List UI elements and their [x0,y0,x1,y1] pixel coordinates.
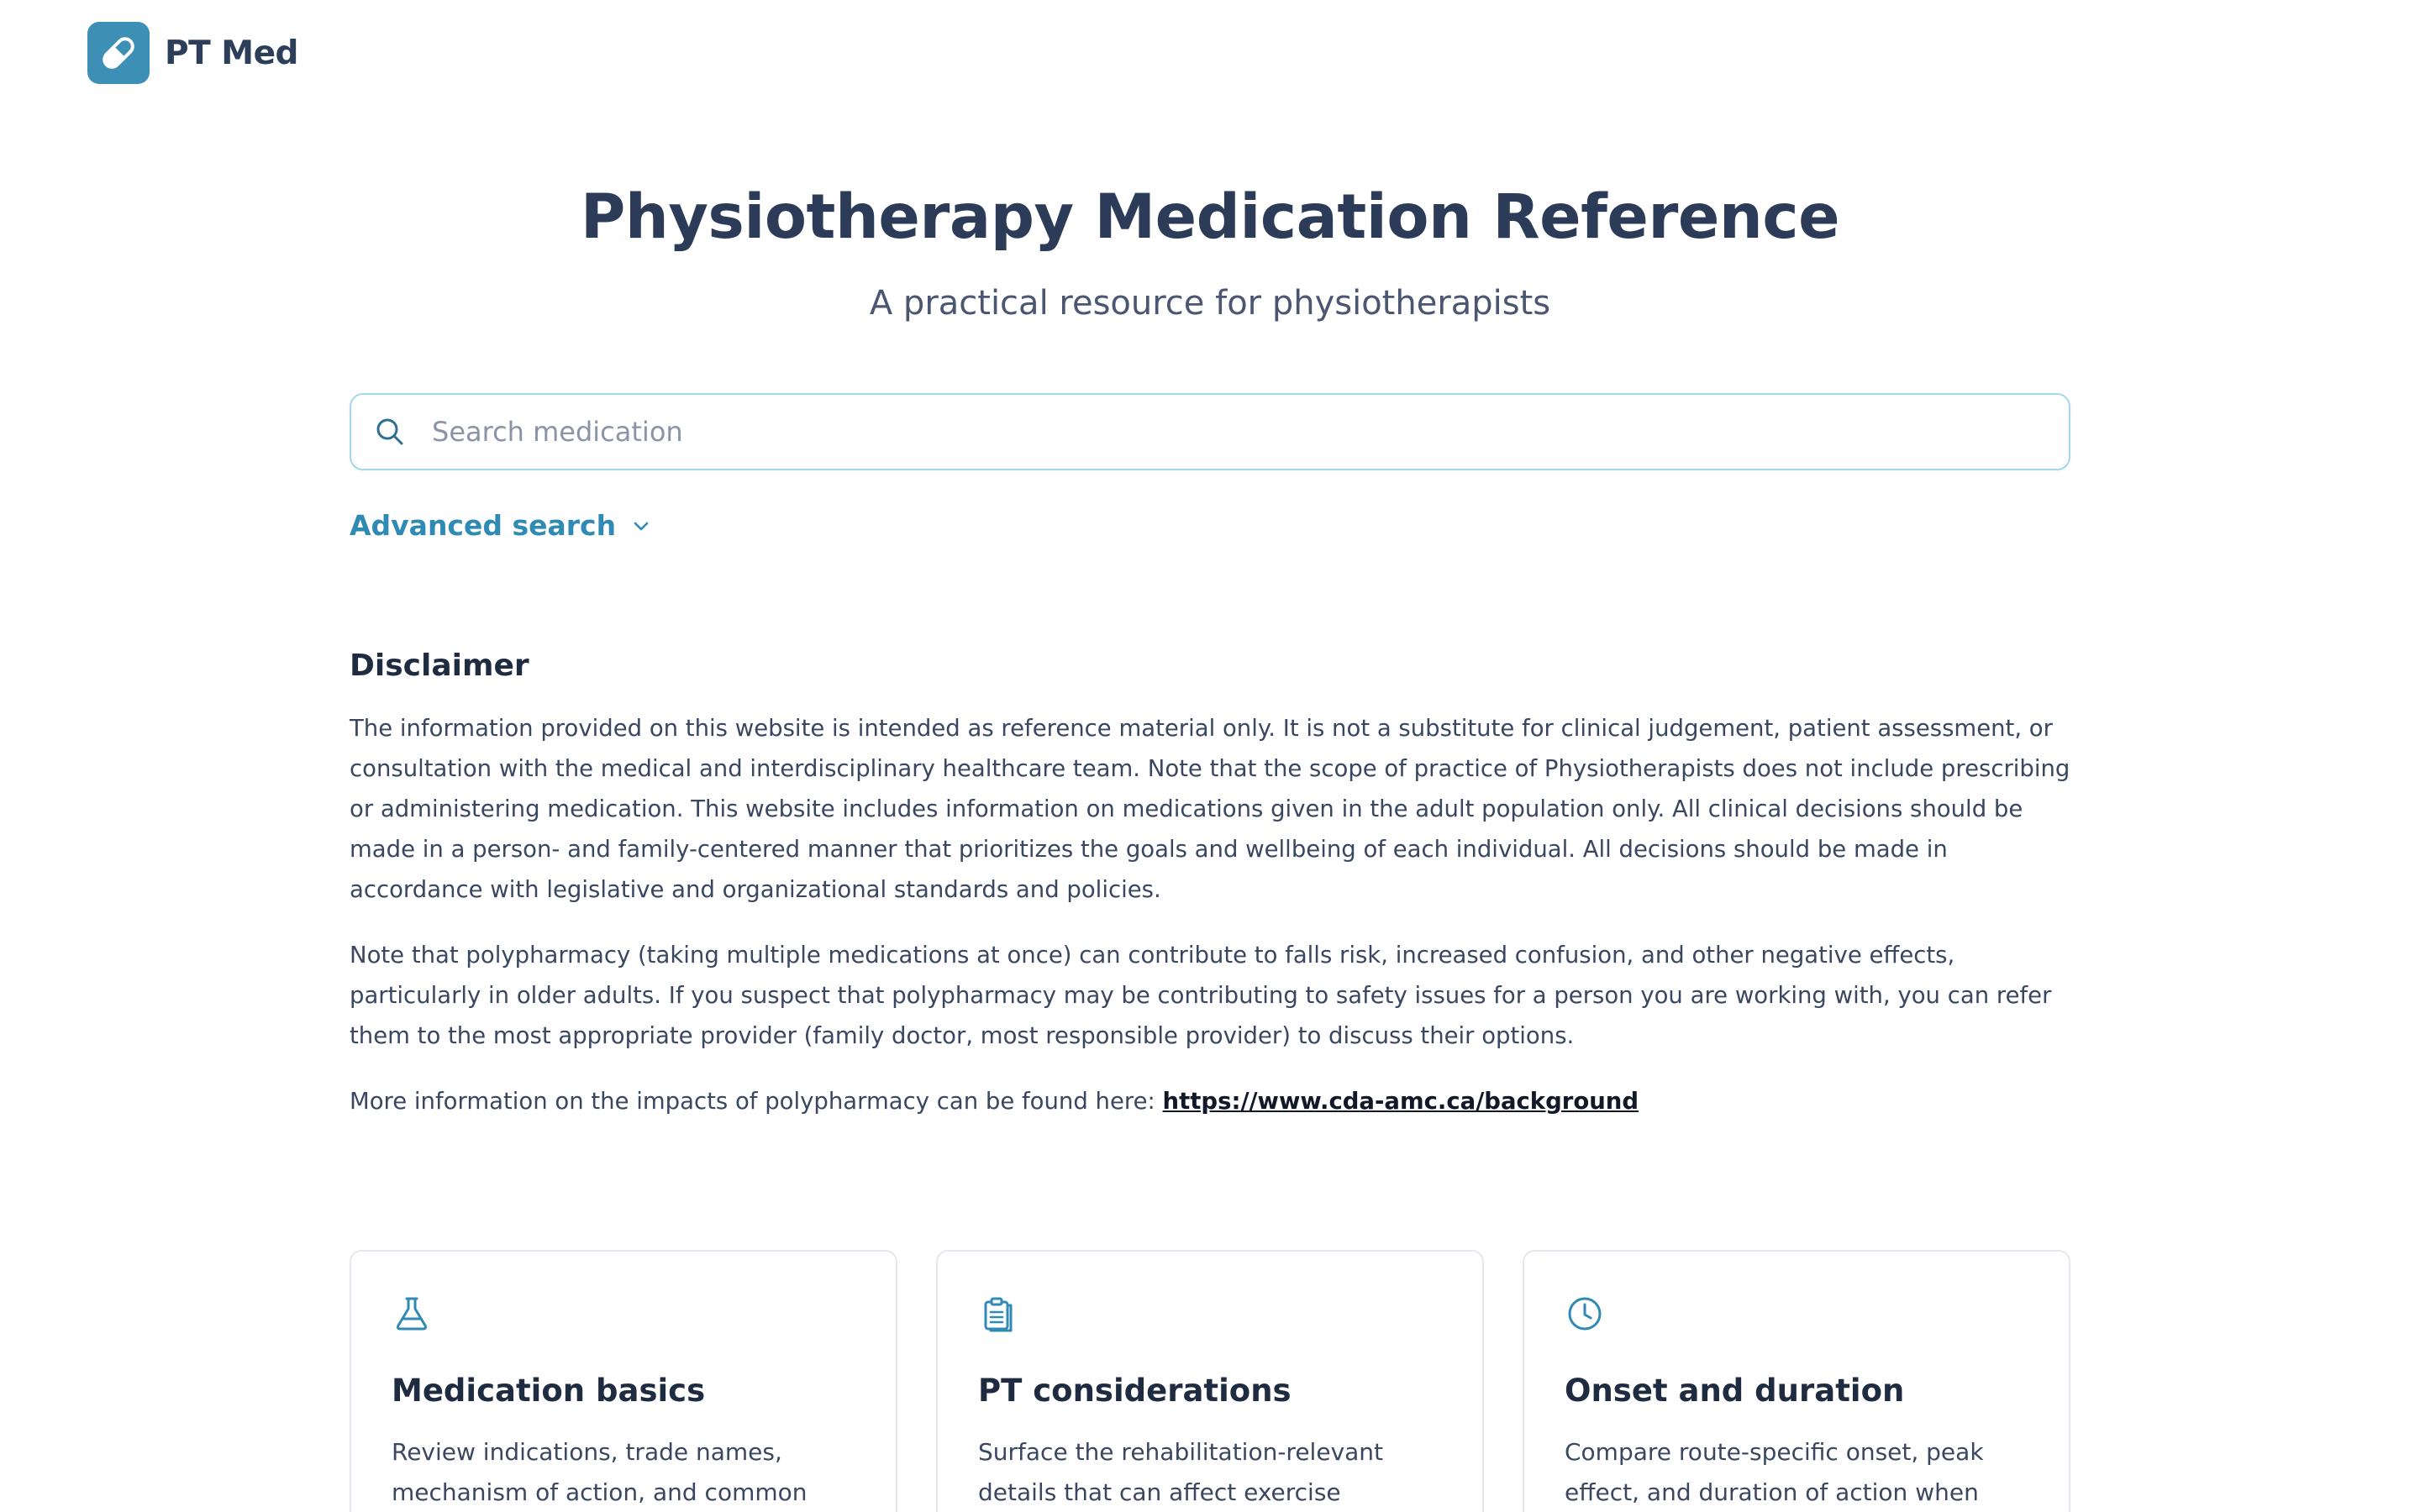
clipboard-icon [984,1297,1013,1332]
brand-name: PT Med [165,34,298,72]
card-description: Review indications, trade names, mechani… [392,1438,808,1506]
card-onset-duration[interactable]: Onset and duration Compare route-specifi… [1523,1250,2070,1512]
page-title: Physiotherapy Medication Reference [580,181,1840,253]
more-info-text: More information on the impacts of polyp… [350,1088,1163,1115]
card-pt-considerations[interactable]: PT considerations Surface the rehabilita… [936,1250,1484,1512]
more-info-paragraph: More information on the impacts of polyp… [350,1081,2075,1121]
search-icon [376,418,403,445]
chevron-down-icon [634,522,649,530]
card-title: Onset and duration [1565,1373,1905,1409]
flask-icon [396,1297,428,1331]
disclaimer-section: Disclaimer The information provided on t… [350,648,2075,1147]
card-description: Surface the rehabilitation-relevant deta… [978,1438,1384,1506]
pill-icon [87,22,150,84]
polypharmacy-paragraph: Note that polypharmacy (taking multiple … [350,942,2052,1049]
disclaimer-heading: Disclaimer [350,648,529,683]
search-box[interactable] [350,393,2070,470]
advanced-search-label: Advanced search [350,509,617,542]
card-title: PT considerations [978,1373,1292,1409]
advanced-search-toggle[interactable]: Advanced search [350,509,651,542]
brand-logo[interactable]: PT Med [87,22,298,84]
card-description: Compare route-specific onset, peak effec… [1565,1438,1984,1506]
polypharmacy-link[interactable]: https://www.cda-amc.ca/background [1163,1088,1639,1115]
search-input[interactable] [430,415,2027,449]
page-subtitle: A practical resource for physiotherapist… [869,284,1551,323]
clock-icon [1568,1297,1602,1331]
page: PT Med Physiotherapy Medication Referenc… [0,0,2420,1512]
disclaimer-paragraph: The information provided on this website… [350,715,2070,903]
card-title: Medication basics [392,1373,706,1409]
card-medication-basics[interactable]: Medication basics Review indications, tr… [350,1250,897,1512]
feature-cards: Medication basics Review indications, tr… [350,1250,2070,1512]
